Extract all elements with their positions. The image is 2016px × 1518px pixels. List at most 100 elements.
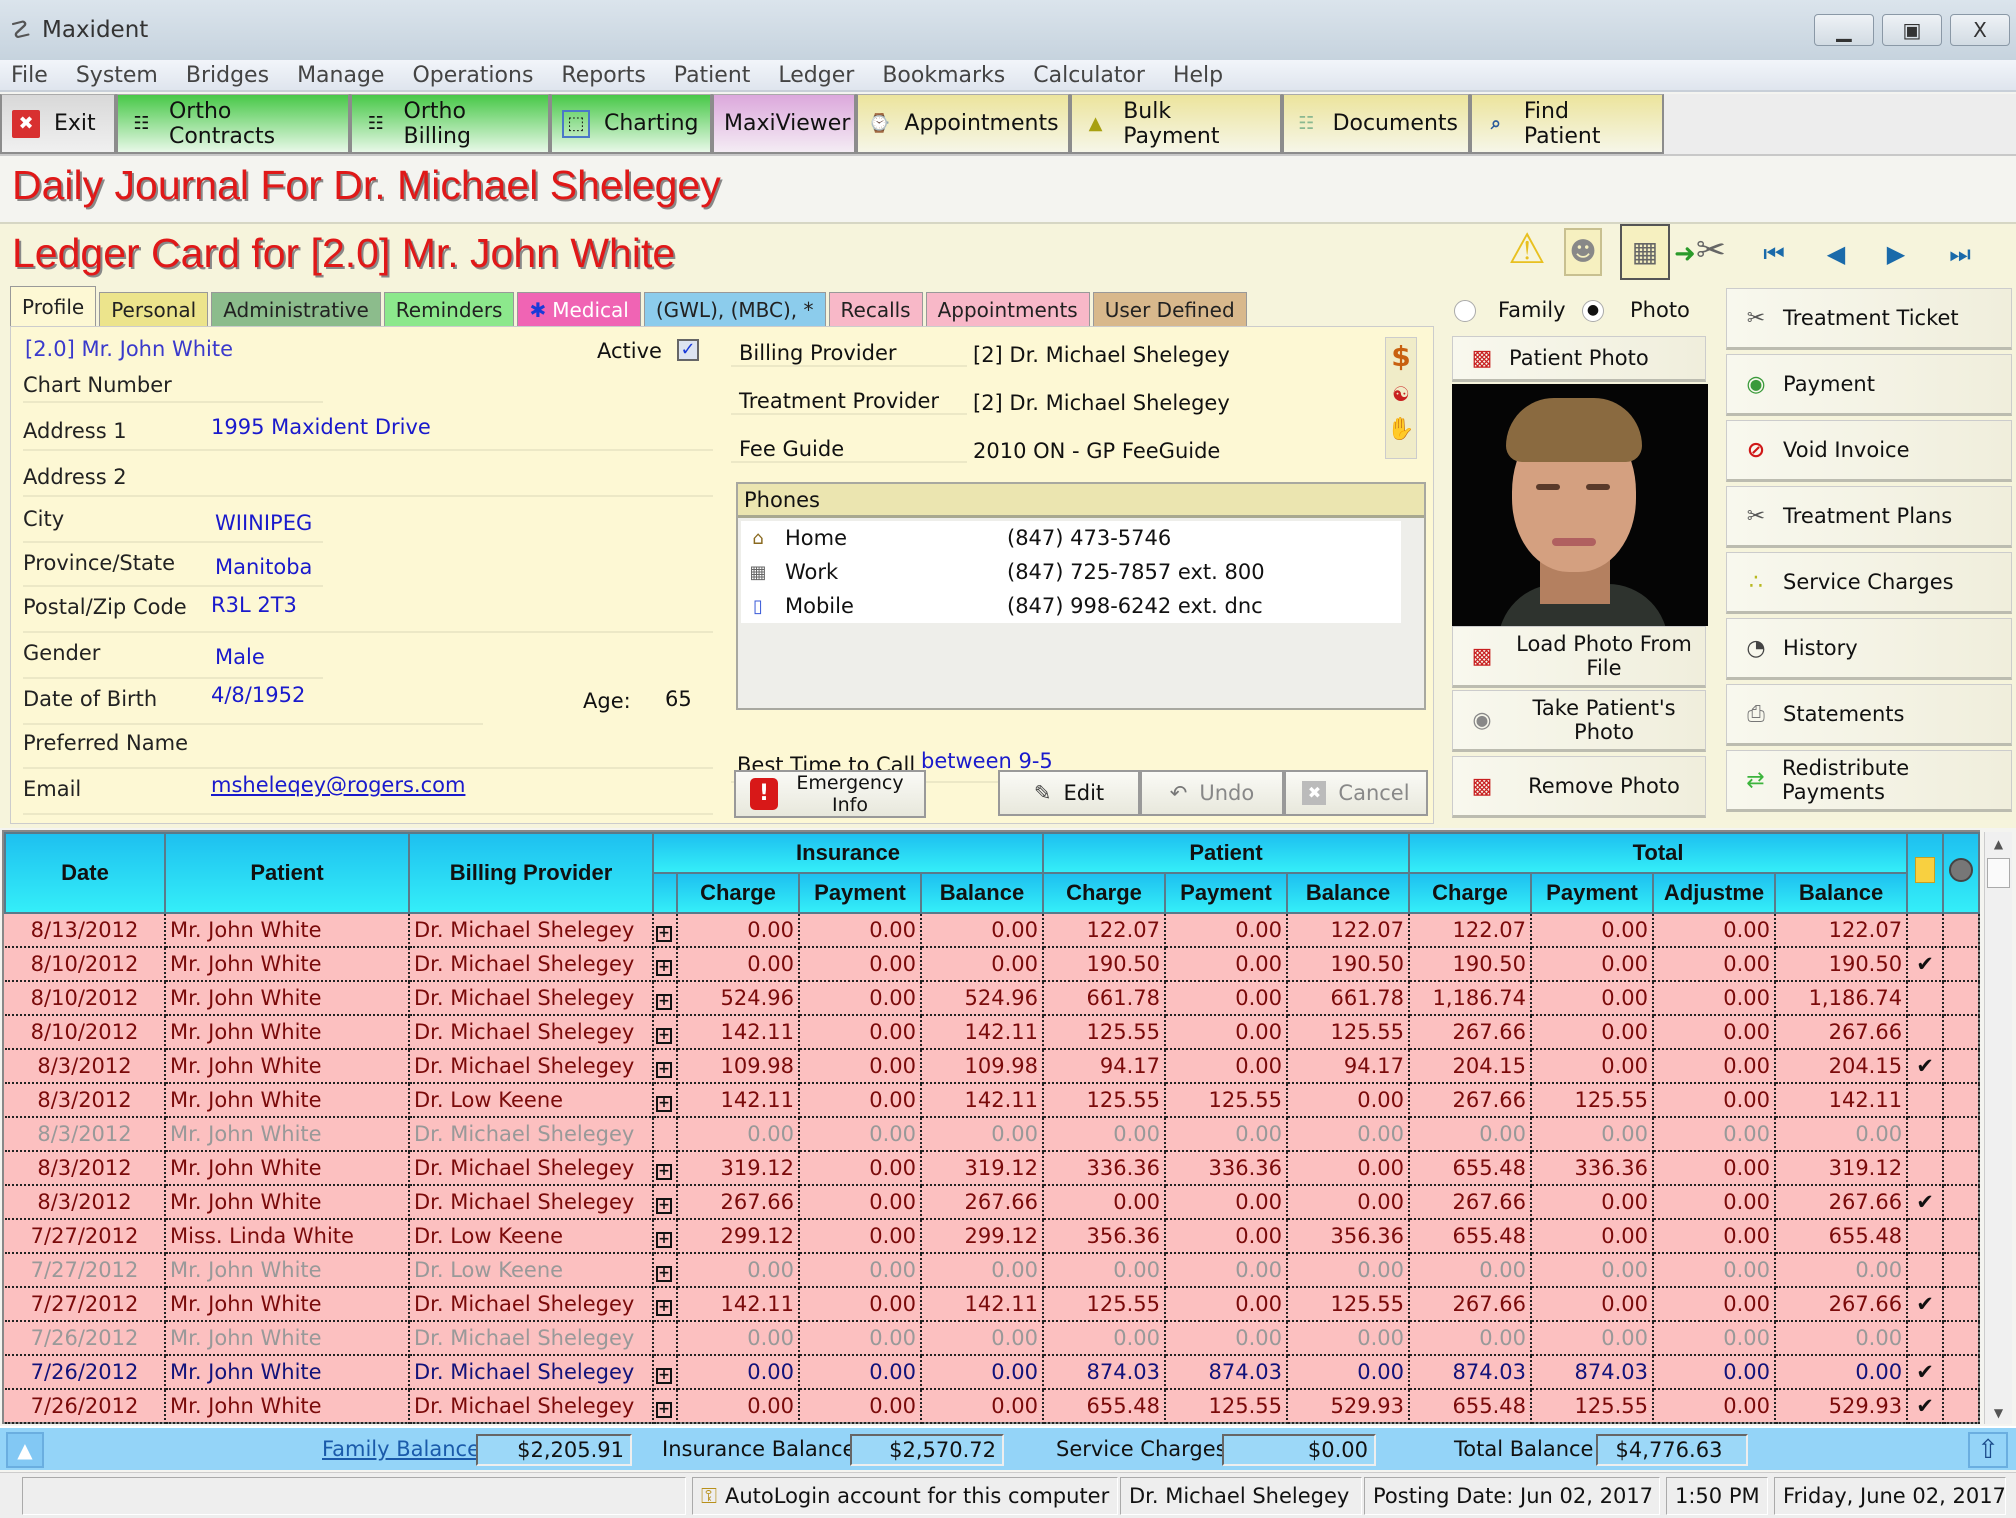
header-ins-payment[interactable]: Payment: [798, 872, 922, 914]
minimize-button[interactable]: ▁: [1814, 14, 1874, 46]
table-row[interactable]: 7/27/2012 Mr. John White Dr. Low Keene +0.0…: [5, 1253, 1981, 1288]
expand-plus-icon[interactable]: +: [656, 1164, 672, 1180]
tab-insurance[interactable]: (GWL), (MBC), *: [643, 292, 826, 326]
email-link[interactable]: msheleqey@rogers.com: [211, 773, 465, 797]
table-row[interactable]: 8/13/2012 Mr. John White Dr. Michael Shele…: [5, 913, 1981, 948]
table-row[interactable]: 7/26/2012 Mr. John White Dr. Michael Shele…: [5, 1321, 1981, 1356]
tab-medical[interactable]: ✱ Medical: [517, 292, 641, 326]
close-button[interactable]: X: [1950, 14, 2010, 46]
alert-warning-icon[interactable]: ⚠: [1504, 226, 1550, 274]
previous-record-icon[interactable]: ◀: [1818, 236, 1854, 272]
payment-button[interactable]: ◉ Payment: [1726, 354, 2012, 416]
table-row[interactable]: 7/27/2012 Mr. John White Dr. Michael Shele…: [5, 1287, 1981, 1322]
expand-plus-icon[interactable]: +: [656, 1266, 672, 1282]
header-pat-charge[interactable]: Charge: [1042, 872, 1166, 914]
ortho-billing-button[interactable]: ☷ Ortho Billing: [350, 94, 550, 154]
header-clock-icon[interactable]: [1942, 832, 1981, 914]
photo-radio[interactable]: ●: [1582, 300, 1604, 322]
first-record-icon[interactable]: ⏮: [1756, 236, 1792, 272]
billing-provider-value[interactable]: [2] Dr. Michael Shelegey: [973, 343, 1230, 367]
edit-button[interactable]: ✎ Edit: [998, 770, 1140, 816]
table-row[interactable]: 8/3/2012 Mr. John White Dr. Michael Sheleg…: [5, 1185, 1981, 1220]
table-row[interactable]: 8/10/2012 Mr. John White Dr. Michael Shele…: [5, 1015, 1981, 1050]
menu-bookmarks[interactable]: Bookmarks: [882, 63, 1005, 88]
load-photo-button[interactable]: ▩ Load Photo From File: [1452, 626, 1706, 688]
statements-button[interactable]: ⎙ Statements: [1726, 684, 2012, 746]
table-row[interactable]: 8/3/2012 Mr. John White Dr. Michael Sheleg…: [5, 1151, 1981, 1186]
fee-guide-value[interactable]: 2010 ON - GP FeeGuide: [973, 439, 1220, 463]
scroll-thumb[interactable]: [1987, 858, 2010, 888]
expand-plus-icon[interactable]: +: [656, 1062, 672, 1078]
header-tot-charge[interactable]: Charge: [1408, 872, 1533, 914]
phone-item[interactable]: ▦ Work (847) 725-7857 ext. 800: [741, 555, 1401, 589]
patient-card-icon[interactable]: ☻: [1564, 228, 1602, 276]
tab-profile[interactable]: Profile: [10, 286, 97, 326]
documents-button[interactable]: ☷ Documents: [1282, 94, 1470, 154]
ortho-contracts-button[interactable]: ☷ Ortho Contracts: [116, 94, 350, 154]
patient-name-link[interactable]: [2.0] Mr. John White: [25, 337, 233, 361]
grid-scrollbar[interactable]: ▲ ▼: [1984, 832, 2012, 1424]
cancel-button[interactable]: ✖ Cancel: [1284, 770, 1428, 816]
header-tot-balance[interactable]: Balance: [1774, 872, 1909, 914]
table-row[interactable]: 8/10/2012 Mr. John White Dr. Michael Shele…: [5, 947, 1981, 982]
tab-personal[interactable]: Personal: [99, 292, 209, 326]
expand-plus-icon[interactable]: +: [656, 1368, 672, 1384]
menu-help[interactable]: Help: [1173, 63, 1223, 88]
menu-system[interactable]: System: [76, 63, 158, 88]
teeth-search-icon[interactable]: ☯: [1386, 376, 1416, 412]
history-button[interactable]: ◔ History: [1726, 618, 2012, 680]
treatment-provider-value[interactable]: [2] Dr. Michael Shelegey: [973, 391, 1230, 415]
menu-bridges[interactable]: Bridges: [186, 63, 269, 88]
header-patient[interactable]: Patient: [164, 832, 410, 914]
expand-plus-icon[interactable]: +: [656, 1028, 672, 1044]
phone-item[interactable]: ▯ Mobile (847) 998-6242 ext. dnc: [741, 589, 1401, 623]
treatment-plan-tools-icon[interactable]: ➜✂: [1672, 226, 1728, 278]
scroll-down-arrow-icon[interactable]: ▼: [1985, 1406, 2012, 1420]
exit-button[interactable]: ✖ Exit: [0, 94, 116, 154]
header-date[interactable]: Date: [4, 832, 166, 914]
header-note-icon[interactable]: [1906, 832, 1945, 914]
undo-button[interactable]: ↶ Undo: [1140, 770, 1284, 816]
redistribute-payments-button[interactable]: ⇄ Redistribute Payments: [1726, 750, 2012, 812]
maximize-button[interactable]: ▣: [1882, 14, 1942, 46]
tab-administrative[interactable]: Administrative: [211, 292, 381, 326]
bulk-payment-button[interactable]: ▲ Bulk Payment: [1070, 94, 1282, 154]
expand-plus-icon[interactable]: +: [656, 1198, 672, 1214]
last-record-icon[interactable]: ⏭: [1942, 236, 1978, 272]
table-row[interactable]: 7/26/2012 Mr. John White Dr. Michael Shele…: [5, 1355, 1981, 1390]
menu-manage[interactable]: Manage: [297, 63, 384, 88]
active-checkbox[interactable]: ✓: [677, 339, 699, 361]
header-tot-adjustment[interactable]: Adjustme: [1652, 872, 1777, 914]
expand-plus-icon[interactable]: +: [656, 1096, 672, 1112]
scroll-top-arrow-icon[interactable]: ⇧: [1968, 1432, 2008, 1468]
ledger-sheet-icon[interactable]: ▦: [1620, 224, 1670, 280]
charting-button[interactable]: ⬚ Charting: [550, 94, 712, 154]
dollar-icon[interactable]: $: [1386, 338, 1416, 376]
void-invoice-button[interactable]: ⊘ Void Invoice: [1726, 420, 2012, 482]
menu-file[interactable]: File: [11, 63, 48, 88]
expand-plus-icon[interactable]: +: [656, 1232, 672, 1248]
tab-recalls[interactable]: Recalls: [828, 292, 923, 326]
remove-photo-button[interactable]: ▩ Remove Photo: [1452, 756, 1706, 818]
table-row[interactable]: 8/10/2012 Mr. John White Dr. Michael Shele…: [5, 981, 1981, 1016]
header-pat-balance[interactable]: Balance: [1285, 872, 1411, 914]
tab-user-defined[interactable]: User Defined: [1092, 292, 1247, 326]
table-row[interactable]: 7/26/2012 Mr. John White Dr. Michael Shele…: [5, 1389, 1981, 1424]
family-radio[interactable]: [1454, 300, 1476, 322]
family-balance-link[interactable]: Family Balance: [322, 1434, 480, 1464]
treatment-ticket-button[interactable]: ✂ Treatment Ticket: [1726, 288, 2012, 350]
tab-appointments[interactable]: Appointments: [925, 292, 1090, 326]
menu-operations[interactable]: Operations: [412, 63, 533, 88]
phone-item[interactable]: ⌂ Home (847) 473-5746: [741, 521, 1401, 555]
scroll-up-arrow-icon[interactable]: ▲: [1985, 832, 2012, 856]
expand-plus-icon[interactable]: +: [656, 926, 672, 942]
service-charges-button[interactable]: ∴ Service Charges: [1726, 552, 2012, 614]
treatment-plans-button[interactable]: ✂ Treatment Plans: [1726, 486, 2012, 548]
table-row[interactable]: 8/3/2012 Mr. John White Dr. Michael Sheleg…: [5, 1049, 1981, 1084]
menu-calculator[interactable]: Calculator: [1033, 63, 1145, 88]
header-ins-charge[interactable]: Charge: [676, 872, 800, 914]
header-ins-balance[interactable]: Balance: [920, 872, 1044, 914]
next-record-icon[interactable]: ▶: [1878, 236, 1914, 272]
menu-reports[interactable]: Reports: [561, 63, 645, 88]
table-row[interactable]: 7/27/2012 Miss. Linda White Dr. Low Keene +…: [5, 1219, 1981, 1254]
